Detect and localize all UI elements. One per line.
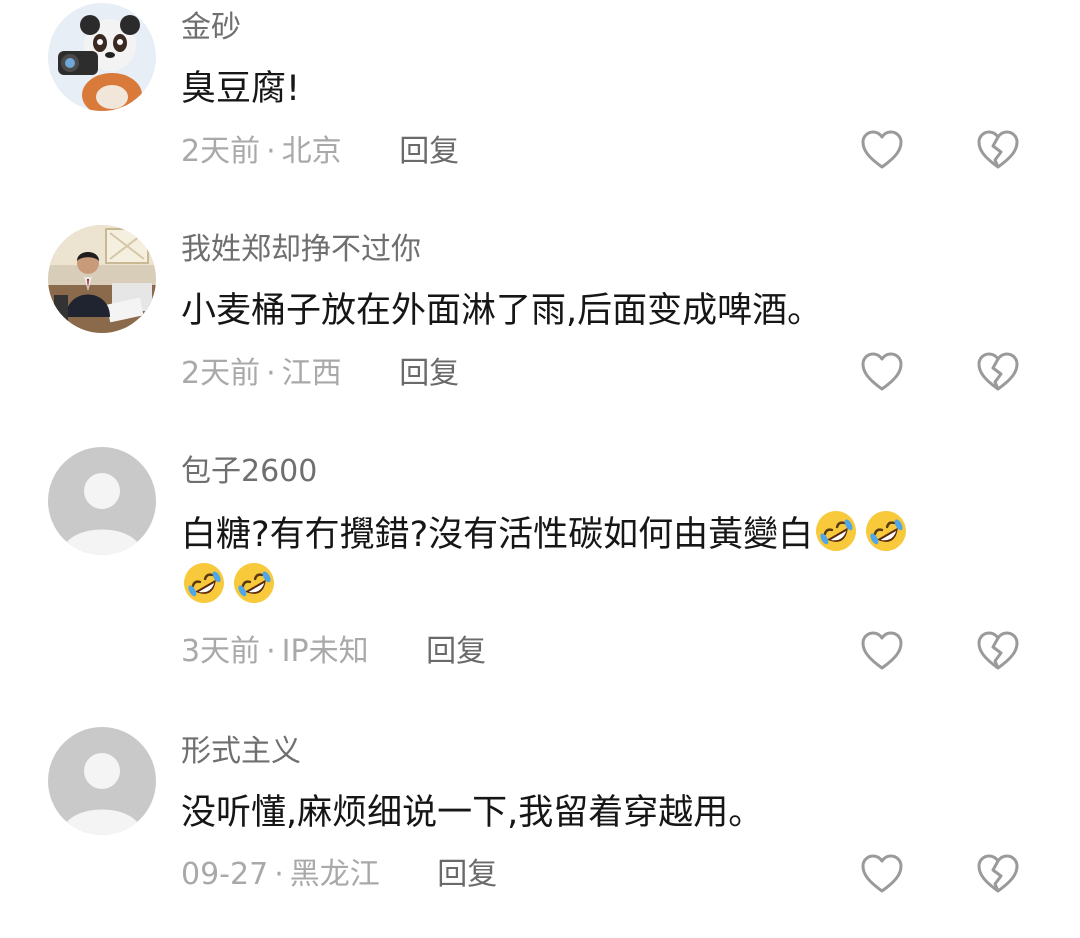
comment-text: 没听懂,麻烦细说一下,我留着穿越用。: [181, 793, 764, 833]
broken-heart-outline-icon: [977, 854, 1019, 893]
rolling-on-floor-laughing-icon: [184, 563, 224, 603]
comment-text-body: 白糖?有冇攪錯?沒有活性碳如何由黃變白: [181, 515, 814, 555]
reply-button[interactable]: 回复: [399, 354, 459, 394]
comment-item: 我姓郑却挣不过你 小麦桶子放在外面淋了雨,后面变成啤酒。 2天前 · 江西 回复: [0, 222, 1080, 422]
heart-outline-icon: [861, 854, 903, 893]
avatar[interactable]: [48, 3, 156, 111]
comment-meta: 3天前 · IP未知 回复: [181, 632, 486, 672]
comment-meta: 09-27 · 黑龙江 回复: [181, 855, 497, 895]
broken-heart-outline-icon: [977, 352, 1019, 391]
comment-text: 臭豆腐!: [181, 69, 301, 109]
timestamp: 2天前: [181, 356, 261, 391]
rolling-on-floor-laughing-icon: [816, 511, 857, 551]
comment-meta: 2天前 · 江西 回复: [181, 354, 459, 394]
like-button[interactable]: [860, 128, 904, 172]
comment-item: 包子2600 白糖?有冇攪錯?沒有活性碳如何由黃變白 3天前 · IP未知 回复: [0, 444, 1080, 704]
heart-outline-icon: [861, 631, 903, 670]
dislike-button[interactable]: [976, 350, 1020, 394]
office-man-photo-avatar: [48, 225, 156, 333]
heart-outline-icon: [861, 130, 903, 169]
dislike-button[interactable]: [976, 629, 1020, 673]
separator: ·: [274, 857, 284, 892]
reply-button[interactable]: 回复: [437, 855, 497, 895]
ip-location: 黑龙江: [289, 857, 380, 892]
reply-button[interactable]: 回复: [399, 132, 459, 172]
avatar[interactable]: [48, 727, 156, 835]
timestamp: 3天前: [181, 634, 261, 669]
like-button[interactable]: [860, 350, 904, 394]
default-user-avatar-icon: [48, 447, 156, 555]
reply-button[interactable]: 回复: [426, 632, 486, 672]
rolling-on-floor-laughing-icon: [866, 511, 907, 551]
username[interactable]: 包子2600: [181, 452, 317, 492]
ip-location: 江西: [281, 356, 342, 391]
broken-heart-outline-icon: [977, 130, 1019, 169]
comment-list: 金砂 臭豆腐! 2天前 · 北京 回复 我姓郑却挣不过你 小麦桶子放在外面淋了雨…: [0, 0, 1080, 938]
default-user-avatar-icon: [48, 727, 156, 835]
comment-item: 金砂 臭豆腐! 2天前 · 北京 回复: [0, 0, 1080, 200]
comment-item: 形式主义 没听懂,麻烦细说一下,我留着穿越用。 09-27 · 黑龙江 回复: [0, 724, 1080, 938]
username[interactable]: 形式主义: [181, 732, 301, 772]
username[interactable]: 金砂: [181, 8, 241, 48]
panda-cameraman-avatar-icon: [48, 3, 156, 111]
avatar[interactable]: [48, 447, 156, 555]
separator: ·: [266, 134, 276, 169]
like-button[interactable]: [860, 852, 904, 896]
timestamp: 09-27: [181, 857, 269, 892]
comment-text: 白糖?有冇攪錯?沒有活性碳如何由黃變白: [181, 508, 1011, 612]
avatar[interactable]: [48, 225, 156, 333]
separator: ·: [266, 634, 276, 669]
username[interactable]: 我姓郑却挣不过你: [181, 230, 421, 270]
rolling-on-floor-laughing-icon: [234, 563, 274, 603]
broken-heart-outline-icon: [977, 631, 1019, 670]
comment-text: 小麦桶子放在外面淋了雨,后面变成啤酒。: [181, 291, 823, 331]
heart-outline-icon: [861, 352, 903, 391]
dislike-button[interactable]: [976, 852, 1020, 896]
separator: ·: [266, 356, 276, 391]
comment-meta: 2天前 · 北京 回复: [181, 132, 459, 172]
timestamp: 2天前: [181, 134, 261, 169]
ip-location: 北京: [281, 134, 342, 169]
dislike-button[interactable]: [976, 128, 1020, 172]
like-button[interactable]: [860, 629, 904, 673]
ip-location: IP未知: [281, 634, 369, 669]
